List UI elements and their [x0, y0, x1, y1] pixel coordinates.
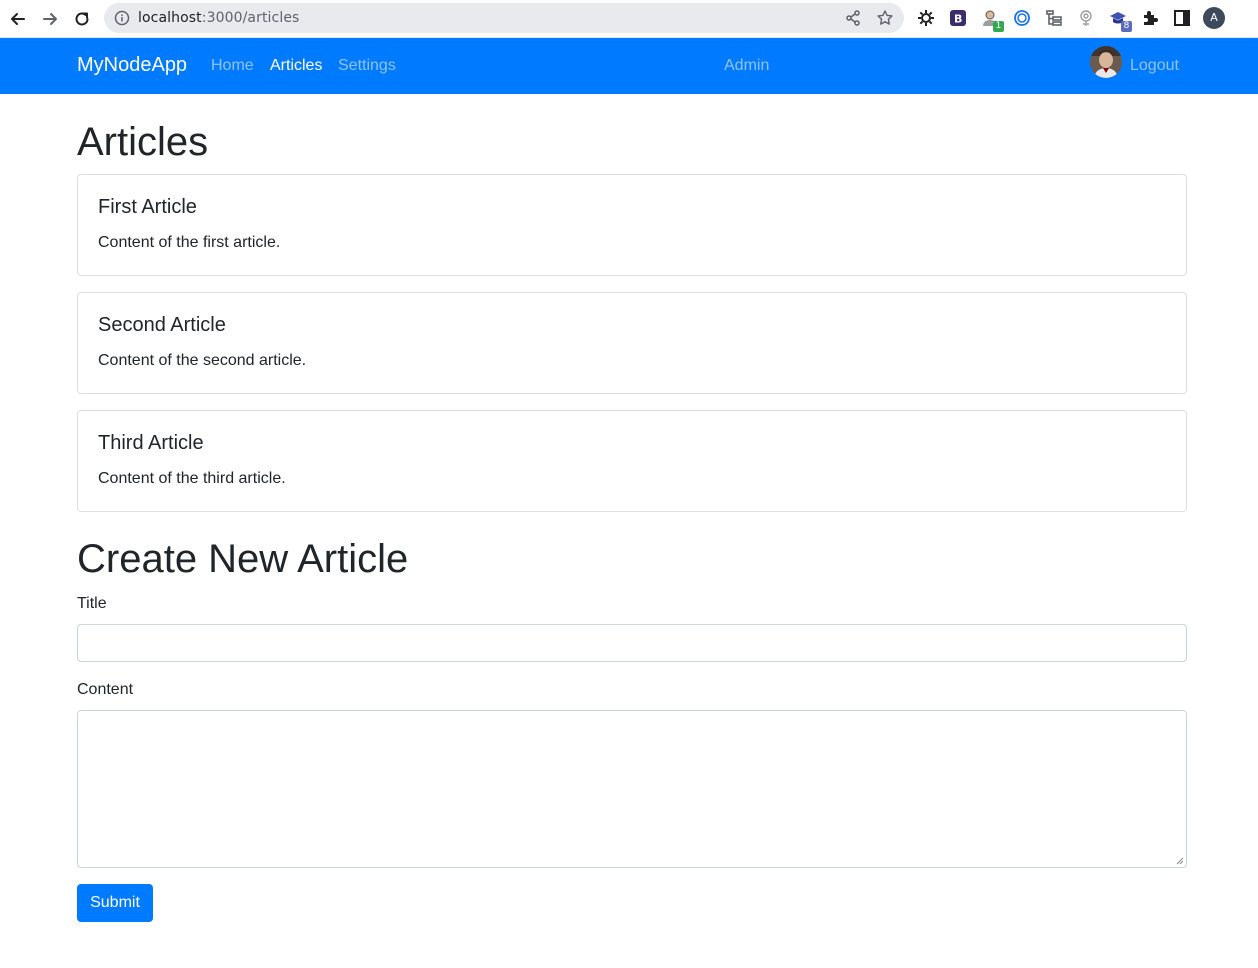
browser-toolbar: localhost:3000/articles B 1 8 A: [0, 0, 1258, 38]
bookmark-star-icon[interactable]: [876, 9, 894, 27]
sun-extension-icon[interactable]: [916, 8, 936, 28]
title-label: Title: [77, 595, 107, 612]
page-title: Articles: [77, 120, 209, 164]
eye-extension-icon[interactable]: [1076, 8, 1096, 28]
profile-avatar[interactable]: A: [1203, 7, 1225, 29]
person-extension-icon[interactable]: 1: [980, 8, 1004, 32]
url-host: localhost: [138, 10, 202, 26]
forward-arrow-icon: [43, 13, 57, 25]
purple-b-extension-icon[interactable]: B: [948, 8, 968, 28]
article-card: Third Article Content of the third artic…: [77, 410, 1187, 512]
nav-link-articles[interactable]: Articles: [270, 57, 322, 75]
submit-button[interactable]: Submit: [77, 884, 153, 922]
nav-link-admin[interactable]: Admin: [724, 57, 769, 75]
article-content: Content of the first article.: [98, 234, 281, 251]
back-button[interactable]: [5, 6, 31, 32]
article-card: First Article Content of the first artic…: [77, 174, 1187, 276]
nav-link-logout[interactable]: Logout: [1130, 57, 1179, 75]
article-title: Third Article: [98, 432, 204, 454]
article-title: First Article: [98, 196, 197, 218]
circle-extension-icon[interactable]: [1012, 8, 1032, 28]
article-card: Second Article Content of the second art…: [77, 292, 1187, 394]
share-icon[interactable]: [844, 9, 862, 27]
site-info-icon[interactable]: [114, 10, 130, 26]
title-input[interactable]: [77, 624, 1187, 662]
address-bar[interactable]: localhost:3000/articles: [104, 3, 904, 33]
url-path: :3000/articles: [201, 10, 300, 26]
user-avatar: [1090, 46, 1122, 78]
reload-button[interactable]: [69, 6, 95, 32]
resize-handle-icon[interactable]: [1176, 857, 1184, 865]
create-article-heading: Create New Article: [77, 537, 409, 581]
navbar: MyNodeApp Home Articles Settings Admin L…: [0, 38, 1258, 94]
graduation-cap-extension-icon[interactable]: 8: [1108, 8, 1132, 32]
article-content: Content of the third article.: [98, 470, 286, 487]
back-arrow-icon: [11, 13, 25, 25]
user-avatar-image: [1090, 46, 1122, 78]
forward-button[interactable]: [37, 6, 63, 32]
nav-link-settings[interactable]: Settings: [338, 57, 396, 75]
url-text: localhost:3000/articles: [138, 10, 299, 26]
sidepanel-icon[interactable]: [1172, 8, 1192, 28]
article-content: Content of the second article.: [98, 352, 307, 369]
navbar-brand[interactable]: MyNodeApp: [77, 54, 187, 77]
reload-icon: [75, 12, 89, 26]
article-title: Second Article: [98, 314, 226, 336]
extension-badge: 1: [993, 21, 1004, 32]
tree-extension-icon[interactable]: [1044, 8, 1064, 28]
content-label: Content: [77, 681, 134, 698]
svg-text:B: B: [954, 13, 962, 26]
nav-link-home[interactable]: Home: [211, 57, 254, 75]
content-textarea[interactable]: [77, 710, 1187, 868]
extension-badge: 8: [1121, 21, 1132, 32]
puzzle-icon[interactable]: [1140, 8, 1160, 28]
